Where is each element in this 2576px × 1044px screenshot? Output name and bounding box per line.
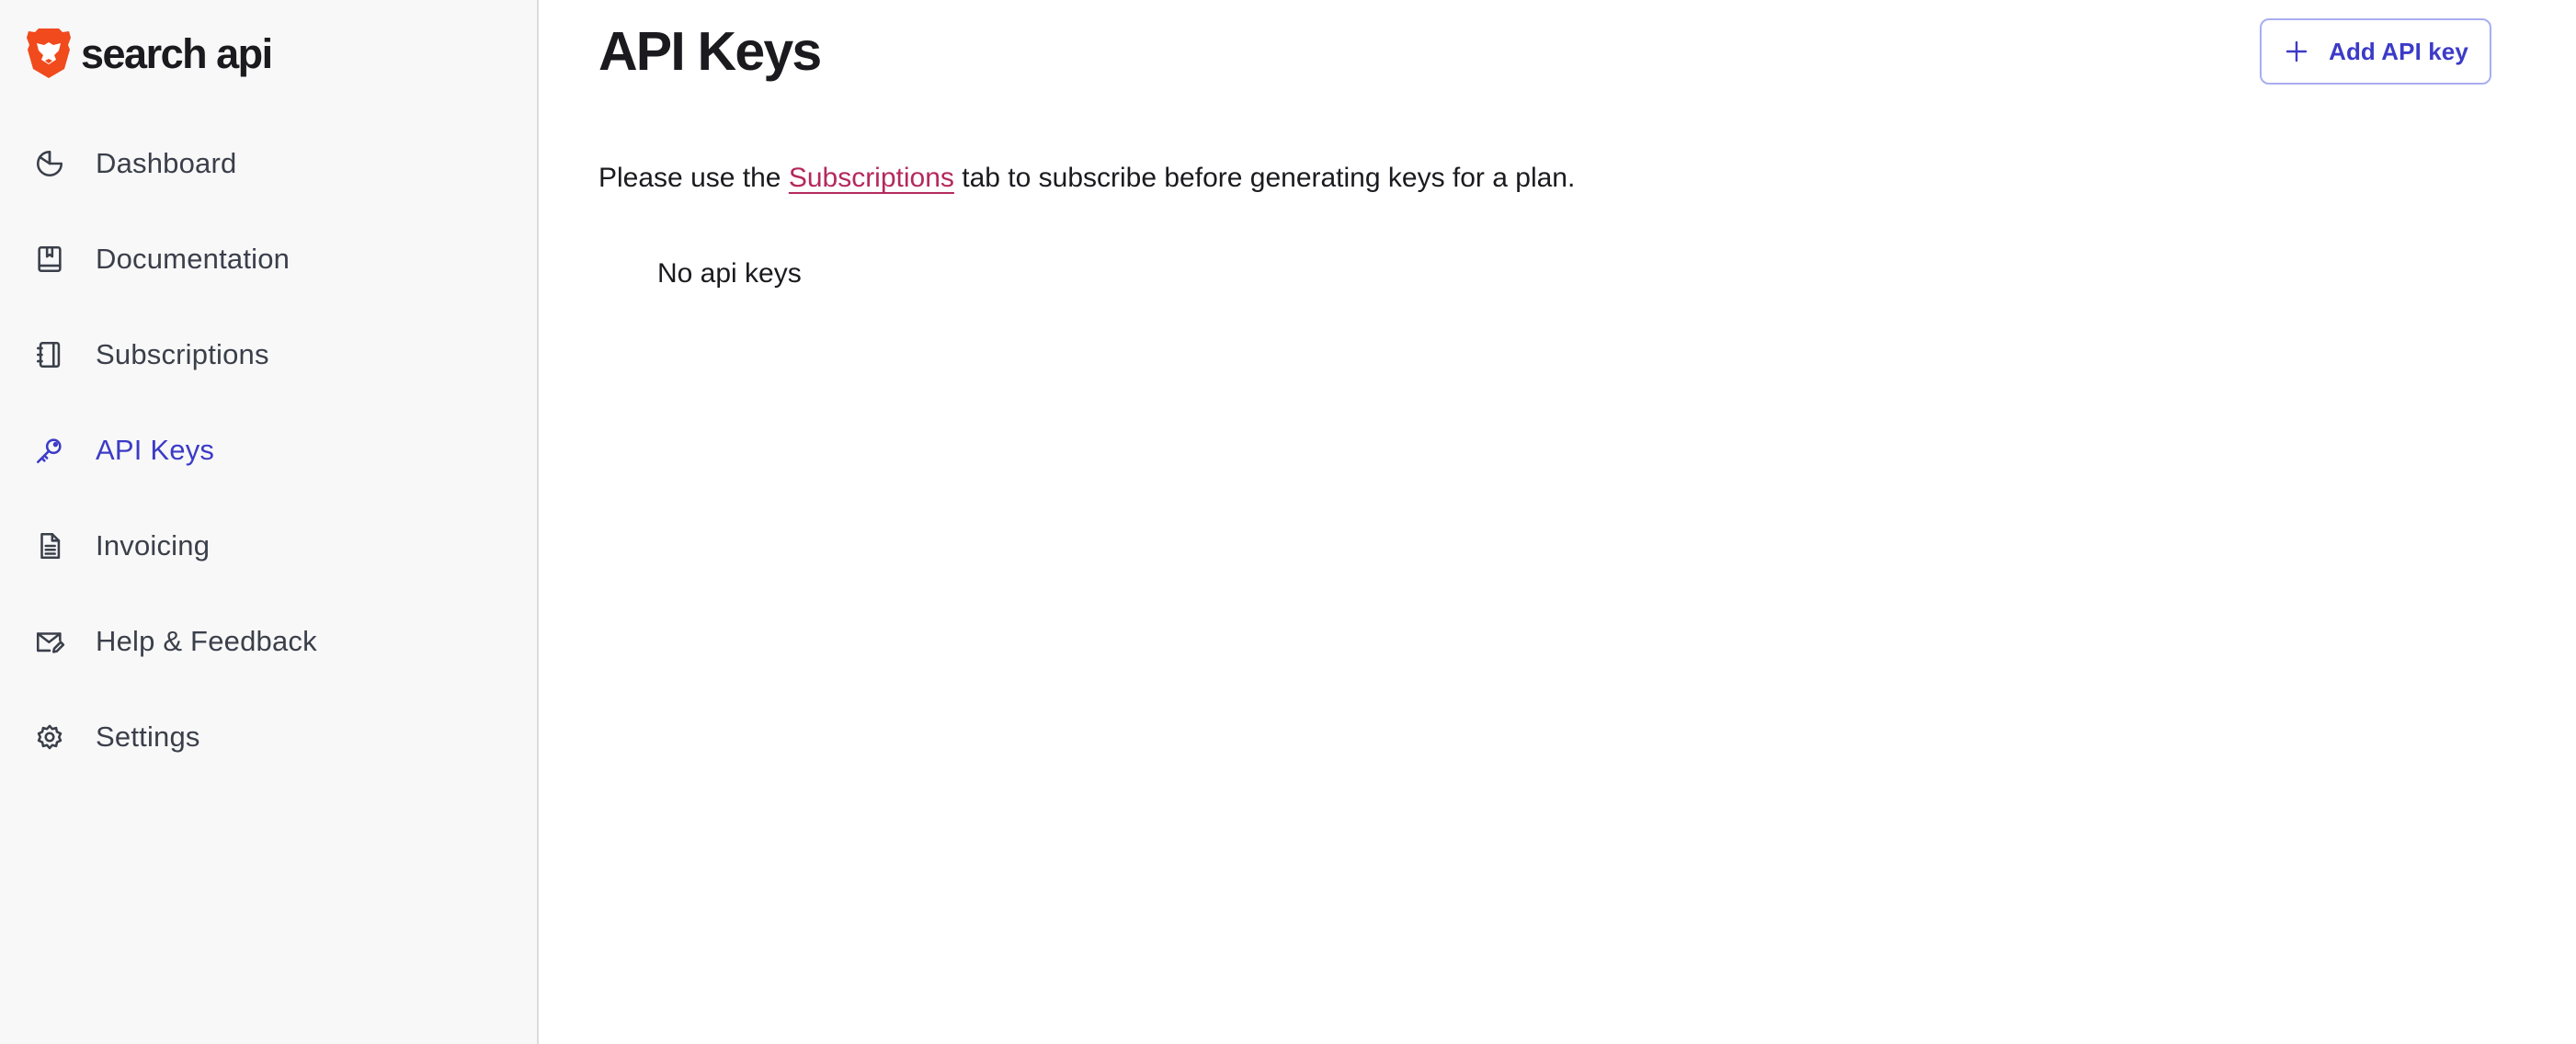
main-content: API Keys Add API key Please use the Subs… — [539, 0, 2576, 1044]
plus-icon — [2283, 38, 2310, 65]
add-api-key-button[interactable]: Add API key — [2260, 18, 2491, 85]
pie-chart-icon — [33, 147, 66, 180]
sidebar-nav: Dashboard Documentation Subscriptions AP… — [0, 116, 537, 785]
document-icon — [33, 529, 66, 562]
sidebar-item-settings[interactable]: Settings — [0, 689, 537, 785]
sidebar-item-subscriptions[interactable]: Subscriptions — [0, 307, 537, 403]
sidebar-item-invoicing[interactable]: Invoicing — [0, 498, 537, 594]
sidebar-item-dashboard[interactable]: Dashboard — [0, 116, 537, 211]
key-icon — [33, 434, 66, 467]
notice-text-after: tab to subscribe before generating keys … — [953, 163, 1576, 193]
sidebar-item-label: Dashboard — [96, 147, 237, 179]
subscribe-notice: Please use the Subscriptions tab to subs… — [598, 160, 1575, 197]
add-api-key-label: Add API key — [2329, 37, 2468, 65]
brave-lion-icon — [27, 28, 71, 78]
sidebar-item-api-keys[interactable]: API Keys — [0, 403, 537, 498]
gear-icon — [33, 721, 66, 754]
sidebar-item-label: Subscriptions — [96, 338, 269, 370]
brand[interactable]: search api — [26, 26, 273, 81]
empty-state-message: No api keys — [657, 258, 802, 289]
notebook-icon — [33, 338, 66, 371]
book-icon — [33, 243, 66, 276]
page-title: API Keys — [598, 21, 822, 82]
notice-text-before: Please use the — [598, 163, 789, 193]
sidebar-item-label: Settings — [96, 721, 200, 753]
mail-edit-icon — [33, 625, 66, 658]
brand-name: search api — [81, 29, 273, 77]
sidebar-item-help-feedback[interactable]: Help & Feedback — [0, 594, 537, 689]
app-root: search api Dashboard Documentation Subsc… — [0, 0, 2576, 1044]
sidebar-item-documentation[interactable]: Documentation — [0, 211, 537, 307]
sidebar-item-label: Documentation — [96, 243, 291, 275]
sidebar-item-label: Invoicing — [96, 529, 211, 562]
sidebar-item-label: Help & Feedback — [96, 625, 317, 657]
sidebar: search api Dashboard Documentation Subsc… — [0, 0, 539, 1044]
sidebar-item-label: API Keys — [96, 434, 215, 466]
subscriptions-link[interactable]: Subscriptions — [789, 163, 954, 193]
